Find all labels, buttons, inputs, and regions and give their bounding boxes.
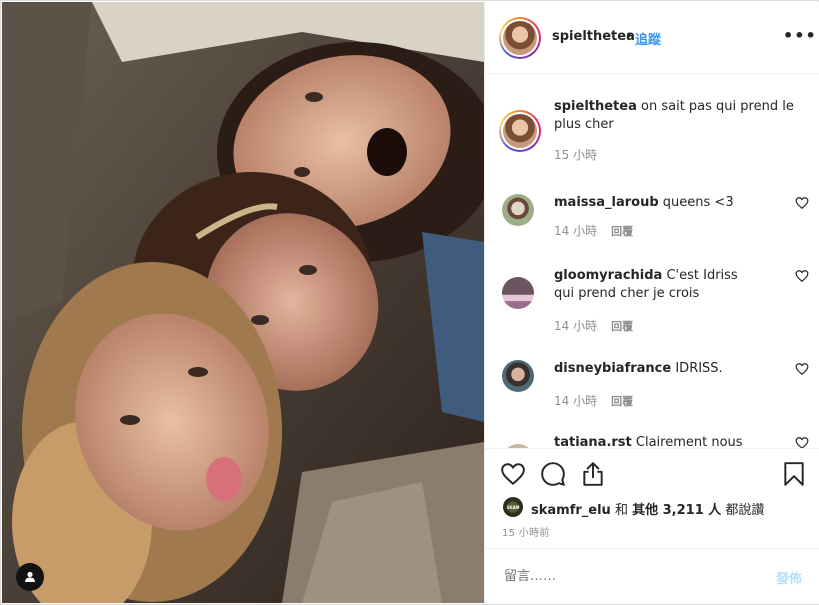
author-avatar[interactable]: [499, 17, 541, 59]
follow-button[interactable]: 追蹤: [635, 29, 661, 48]
comment-meta: 14 小時 回覆: [554, 317, 754, 334]
user-tag-button[interactable]: [16, 563, 44, 591]
like-heart-icon[interactable]: [500, 461, 526, 487]
liker-avatar-text: SKAM: [506, 504, 520, 510]
reply-button[interactable]: 回覆: [611, 320, 633, 333]
comment-time[interactable]: 14 小時: [554, 224, 597, 238]
author-username[interactable]: spielthetea: [552, 29, 635, 44]
reply-button[interactable]: 回覆: [611, 395, 633, 408]
user-icon: [25, 571, 35, 582]
comment-text: tatiana.rst Clairement nous a la: [554, 434, 754, 448]
liker-username[interactable]: skamfr_elu: [531, 503, 611, 518]
comment-body: queens <3: [662, 195, 734, 210]
comment-text: gloomyrachida C'est Idriss qui prend che…: [554, 267, 754, 303]
likes-suffix: 都說讚: [725, 503, 765, 518]
more-options-icon[interactable]: •••: [783, 26, 817, 45]
comment-text: maissa_laroub queens <3: [554, 194, 754, 212]
like-comment-heart-icon[interactable]: [795, 269, 809, 283]
like-comment-heart-icon[interactable]: [795, 196, 809, 210]
comment-username[interactable]: maissa_laroub: [554, 195, 659, 210]
comment-username[interactable]: tatiana.rst: [554, 435, 632, 448]
post-header: spielthetea • 追蹤 •••: [485, 2, 819, 74]
post-comment-button[interactable]: 發佈: [776, 568, 802, 587]
commenter-avatar[interactable]: [502, 194, 534, 226]
caption-text: spielthetea on sait pas qui prend le plu…: [554, 98, 794, 134]
comment-meta: 14 小時 回覆: [554, 222, 754, 239]
comments-list[interactable]: spielthetea on sait pas qui prend le plu…: [485, 74, 819, 448]
share-icon[interactable]: [580, 461, 606, 487]
like-comment-heart-icon[interactable]: [795, 362, 809, 376]
comment-time[interactable]: 14 小時: [554, 319, 597, 333]
add-comment-bar: 發佈: [485, 548, 819, 605]
comment-username[interactable]: gloomyrachida: [554, 268, 662, 283]
bookmark-icon[interactable]: [781, 461, 807, 487]
liker-avatar[interactable]: SKAM: [503, 497, 523, 517]
photo-image: [2, 2, 484, 603]
commenter-avatar[interactable]: [502, 277, 534, 309]
like-comment-heart-icon[interactable]: [795, 436, 809, 448]
post-side-panel: spielthetea • 追蹤 ••• spielthetea on sait…: [484, 2, 819, 604]
caption-author-avatar[interactable]: [499, 110, 541, 152]
likes-and: 和: [614, 503, 628, 518]
comment-text: disneybiafrance IDRISS.: [554, 360, 754, 378]
comment-username[interactable]: disneybiafrance: [554, 361, 671, 376]
caption-username[interactable]: spielthetea: [554, 99, 637, 114]
commenter-avatar[interactable]: [502, 360, 534, 392]
post-photo[interactable]: [2, 2, 484, 603]
header-separator: •: [625, 29, 633, 44]
likes-others-count[interactable]: 其他 3,211 人: [632, 503, 721, 518]
comment-input[interactable]: [502, 568, 756, 585]
caption-time[interactable]: 15 小時: [554, 148, 597, 162]
post-actions: SKAM skamfr_elu 和 其他 3,211 人 都說讚 15 小時前: [485, 448, 819, 549]
comment-bubble-icon[interactable]: [540, 461, 566, 487]
caption-meta: 15 小時: [554, 146, 794, 163]
comment-time[interactable]: 14 小時: [554, 394, 597, 408]
comment-body: IDRISS.: [675, 361, 723, 376]
post-dialog: spielthetea • 追蹤 ••• spielthetea on sait…: [0, 0, 819, 605]
post-timestamp[interactable]: 15 小時前: [502, 524, 550, 539]
comment-meta: 14 小時 回覆: [554, 392, 754, 409]
reply-button[interactable]: 回覆: [611, 225, 633, 238]
